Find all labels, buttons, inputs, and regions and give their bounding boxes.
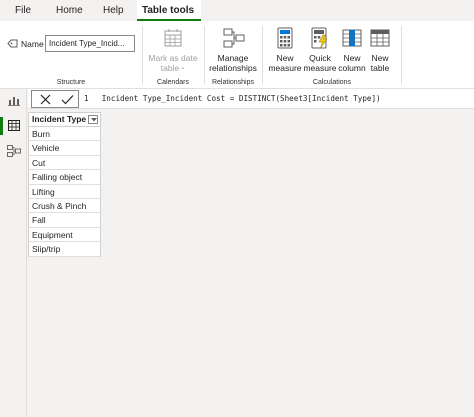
column-header-incident-type[interactable]: Incident Type [29, 112, 101, 127]
grid-icon [8, 120, 20, 131]
column-icon [342, 29, 362, 47]
group-label-structure: Structure [56, 79, 86, 86]
formula-expression: Incident Type_Incident Cost = DISTINCT(S… [101, 94, 381, 103]
formula-commit-buttons [31, 90, 79, 108]
new-table-label-line1: New [371, 53, 389, 63]
group-label-relationships: Relationships [211, 79, 255, 86]
chevron-down-icon [90, 118, 97, 122]
table-row[interactable]: Fall [29, 213, 101, 228]
new-column-label-line2: column [338, 63, 366, 73]
manage-relationships-label-line2: relationships [209, 63, 257, 73]
table-row[interactable]: Equipment [29, 227, 101, 243]
table-row[interactable]: Slip/trip [29, 242, 101, 257]
table-name-input[interactable] [45, 35, 135, 52]
tab-help[interactable]: Help [98, 0, 129, 21]
data-grid-area: Incident Type Burn Vehicle Cut Falling o… [28, 110, 474, 417]
new-column-label-line1: New [343, 53, 361, 63]
table-row[interactable]: Falling object [29, 170, 101, 185]
close-icon[interactable] [40, 94, 51, 105]
model-view-button[interactable] [0, 139, 27, 163]
checkmark-icon[interactable] [61, 94, 74, 105]
group-label-calendars: Calendars [157, 79, 189, 86]
formula-bar: 1 Incident Type_Incident Cost = DISTINCT… [28, 89, 474, 109]
ribbon: Name Structure Mark as date table ⌄ Cale… [0, 21, 474, 89]
group-label-calculations: Calculations [312, 79, 352, 86]
model-icon [7, 145, 21, 157]
calendar-icon [164, 29, 182, 47]
ribbon-tab-bar: File Home Help Table tools [0, 0, 474, 21]
mark-as-date-label-line2: table [160, 63, 180, 73]
column-header-label: Incident Type [32, 114, 87, 124]
group-structure: Name Structure [0, 21, 142, 89]
data-view-button[interactable] [0, 114, 27, 138]
view-rail [0, 89, 27, 417]
group-calendars: Mark as date table ⌄ Calendars [143, 21, 203, 89]
table-row[interactable]: Lifting [29, 184, 101, 199]
bar-chart-icon [8, 97, 20, 106]
name-label: Name [21, 39, 44, 49]
formula-editor[interactable]: 1 Incident Type_Incident Cost = DISTINCT… [84, 93, 381, 104]
formula-line-number: 1 [84, 94, 89, 103]
table-row[interactable]: Vehicle [29, 141, 101, 156]
table-row[interactable]: Burn [29, 127, 101, 142]
filter-dropdown-button[interactable] [88, 115, 98, 124]
table-row[interactable]: Crush & Pinch [29, 198, 101, 214]
tab-file[interactable]: File [10, 0, 36, 21]
report-view-button[interactable] [0, 89, 27, 113]
mark-as-date-label-line1: Mark as date [148, 53, 198, 63]
group-calculations: New measure Quick measure New column New… [263, 21, 401, 89]
ribbon-separator [401, 26, 402, 84]
group-relationships: Manage relationships Relationships [205, 21, 261, 89]
tab-table-tools[interactable]: Table tools [137, 0, 201, 21]
calculator-icon [277, 27, 293, 49]
chevron-down-icon: ⌄ [180, 64, 186, 71]
table-icon [370, 29, 390, 47]
manage-relationships-label-line1: Manage [217, 53, 249, 63]
tab-home[interactable]: Home [51, 0, 88, 21]
quick-measure-icon [311, 27, 328, 49]
new-table-label-line2: table [370, 63, 390, 73]
data-table: Incident Type Burn Vehicle Cut Falling o… [28, 112, 101, 257]
table-row[interactable]: Cut [29, 155, 101, 171]
tag-icon [7, 39, 18, 48]
relationships-icon [223, 28, 245, 48]
